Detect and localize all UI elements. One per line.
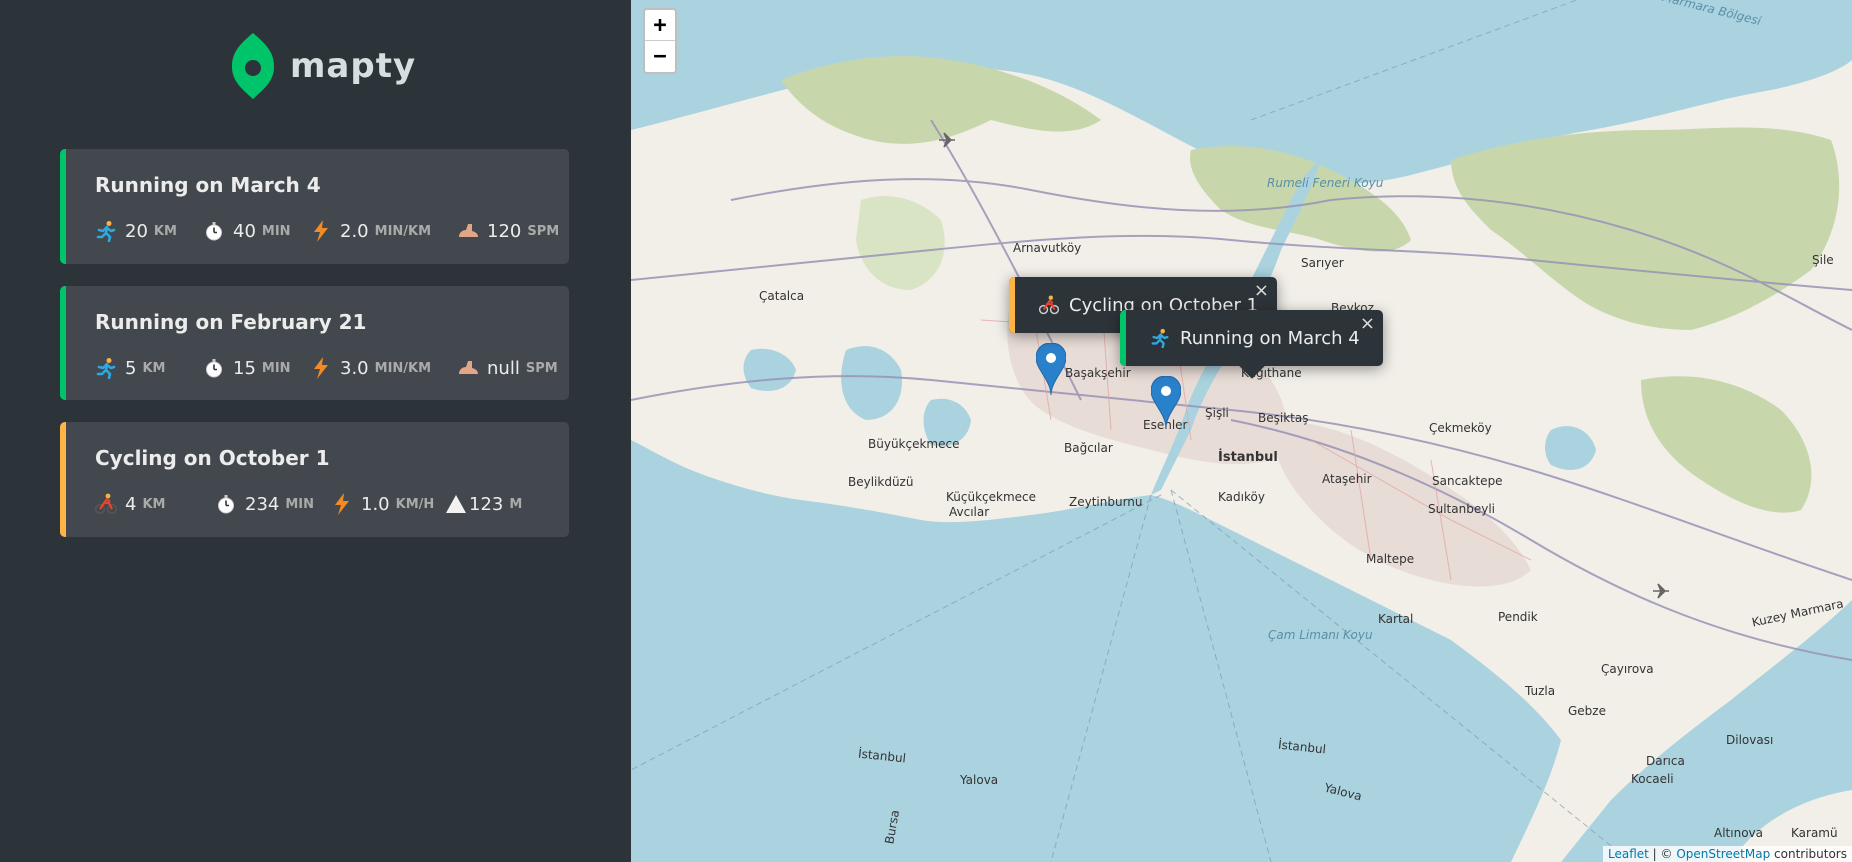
footprint-icon (457, 357, 479, 379)
map-label: Avcılar (949, 505, 990, 519)
map-label: Karamü (1791, 826, 1838, 840)
workout-card[interactable]: Cycling on October 1 4 km 234 min (60, 422, 569, 537)
map-marker-icon[interactable] (1151, 376, 1181, 428)
map-label: Darıca (1646, 754, 1685, 768)
runner-icon (1150, 328, 1170, 348)
map-label: Gebze (1568, 704, 1606, 718)
map-label: Kadıköy (1218, 490, 1265, 504)
workout-title: Cycling on October 1 (95, 446, 330, 470)
workout-title: Running on February 21 (95, 310, 367, 334)
map-label: Ataşehir (1322, 472, 1372, 486)
footprint-icon (457, 220, 479, 242)
workout-speed: 1.0 km/h (331, 490, 434, 518)
popup-type-stripe (1009, 277, 1015, 333)
workout-type-stripe (60, 149, 66, 264)
map-label: Çatalca (759, 289, 805, 303)
workout-type-stripe (60, 422, 66, 537)
map-label: Sancaktepe (1432, 474, 1503, 488)
map-label: Şişli (1205, 406, 1229, 420)
workout-card[interactable]: Running on March 4 20 km 40 min 2 (60, 149, 569, 264)
map-label: Zeytinburnu (1069, 495, 1143, 509)
app-name: mapty (290, 46, 417, 86)
map-label: Şile (1812, 253, 1834, 267)
map-label: Pendik (1498, 610, 1538, 624)
map-label: Beşiktaş (1258, 411, 1309, 425)
map-label: Arnavutköy (1013, 241, 1082, 255)
openstreetmap-link[interactable]: OpenStreetMap (1676, 847, 1770, 861)
map-label: Kartal (1378, 612, 1414, 626)
popup-close-button[interactable]: × (1360, 313, 1375, 334)
map-label: Dilovası (1726, 733, 1774, 747)
workout-distance: 5 km (95, 354, 165, 382)
workout-distance: 4 km (95, 490, 165, 518)
map-label: Beylikdüzü (848, 475, 914, 489)
map-label: Küçükçekmece (946, 490, 1037, 504)
workout-card[interactable]: Running on February 21 5 km 15 min (60, 286, 569, 400)
workout-details: 4 km 234 min 1.0 km/h 1 (95, 490, 560, 518)
map-label: Rumeli Feneri Koyu (1267, 176, 1384, 190)
map-label: Çekmeköy (1429, 421, 1492, 435)
map-label: İstanbul (1218, 450, 1278, 465)
runner-icon (95, 357, 117, 379)
map-label: Altınova (1714, 826, 1763, 840)
zoom-out-button[interactable]: − (645, 41, 675, 72)
lightning-icon (310, 220, 332, 242)
map[interactable]: Marmara Bölgesi Rumeli Feneri Koyu Arnav… (631, 0, 1852, 862)
map-label: Sarıyer (1301, 256, 1344, 270)
workout-duration: 40 min (203, 217, 291, 245)
workout-title: Running on March 4 (95, 173, 321, 197)
leaflet-link[interactable]: Leaflet (1608, 847, 1649, 861)
logo: mapty (232, 33, 416, 99)
popup-type-stripe (1120, 310, 1126, 366)
cyclist-icon (1039, 295, 1059, 315)
map-label: Büyükçekmece (868, 437, 960, 451)
map-label: Kocaeli (1631, 772, 1674, 786)
workout-details: 5 km 15 min 3.0 min/km (95, 354, 560, 382)
attribution-separator: | © (1648, 847, 1677, 861)
workout-type-stripe (60, 286, 66, 400)
map-marker-icon[interactable] (1036, 343, 1066, 395)
popup-close-button[interactable]: × (1254, 280, 1269, 301)
map-attribution: Leaflet | © OpenStreetMap contributors (1603, 846, 1852, 862)
map-label: Maltepe (1366, 552, 1415, 566)
runner-icon (95, 220, 117, 242)
stopwatch-icon (215, 493, 237, 515)
workout-details: 20 km 40 min 2.0 min/km (95, 217, 560, 245)
lightning-icon (331, 493, 353, 515)
lightning-icon (310, 357, 332, 379)
map-label: Bağcılar (1064, 441, 1113, 455)
map-label: Yalova (960, 773, 999, 787)
map-label: Çam Limanı Koyu (1268, 628, 1373, 642)
map-label: Çayırova (1601, 662, 1654, 676)
map-label: Sultanbeyli (1428, 502, 1495, 516)
mountain-icon (445, 493, 467, 515)
workout-elevation: 123 m (445, 490, 522, 518)
map-label: Başakşehir (1065, 366, 1131, 380)
workout-duration: 234 min (215, 490, 314, 518)
workout-duration: 15 min (203, 354, 291, 382)
workout-cadence: null spm (457, 354, 558, 382)
workout-popup[interactable]: Running on March 4 × (1120, 310, 1383, 379)
workout-distance: 20 km (95, 217, 177, 245)
cyclist-icon (95, 493, 117, 515)
workout-cadence: 120 spm (457, 217, 559, 245)
sidebar: mapty Running on March 4 20 km 40 min (0, 0, 631, 862)
map-tiles[interactable] (631, 0, 1852, 862)
workout-pace: 3.0 min/km (310, 354, 431, 382)
stopwatch-icon (203, 220, 225, 242)
popup-text: Running on March 4 (1180, 327, 1360, 349)
zoom-in-button[interactable]: + (645, 10, 675, 41)
map-pin-logo-icon (232, 33, 274, 99)
zoom-control: + − (643, 8, 677, 74)
workout-pace: 2.0 min/km (310, 217, 431, 245)
attribution-suffix: contributors (1770, 847, 1847, 861)
map-label: Tuzla (1525, 684, 1556, 698)
stopwatch-icon (203, 357, 225, 379)
